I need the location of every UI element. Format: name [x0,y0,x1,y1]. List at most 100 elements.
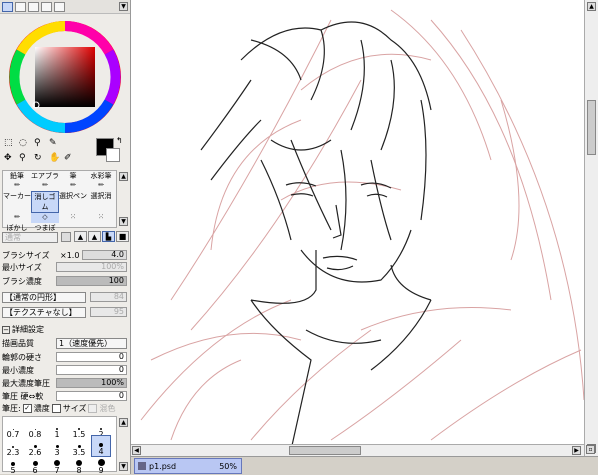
tool-icons: ⬚ ◌ ⚲ ✎ ✥ ⚲ ↻ ✋ ✐ [4,138,90,166]
sketch-canvas[interactable] [131,0,584,444]
size-cell[interactable]: 7 [47,453,67,475]
size-cell[interactable]: 5 [3,453,23,475]
collapse-icon[interactable]: − [2,325,10,334]
document-tabbar: p1.psd 50% [131,456,598,474]
max-pressure-label: 最大濃度筆圧 [2,379,50,388]
tool-eraser-icon[interactable]: ◇ [31,213,59,223]
density-checkbox[interactable]: ✓ [22,404,32,413]
vertical-scrollbar[interactable]: ▲ ▼ [584,0,598,456]
color-wheel[interactable] [6,18,124,136]
shape-hard-icon[interactable]: ▙ [102,231,115,242]
min-density-value[interactable]: 0 [56,365,127,375]
shape-square-icon[interactable]: ■ [116,231,129,242]
horizontal-scrollbar[interactable]: ◀ ▶ [131,444,584,456]
blank-2 [79,138,92,152]
vscroll-thumb[interactable] [587,100,596,155]
canvas-area[interactable]: ▲ ▼ ◀ ▶ ▫ p1.psd 50% [131,0,598,474]
scratchpad-icon[interactable] [54,1,65,12]
rotate-icon[interactable]: ↻ [34,153,47,167]
size-scroll-up-icon[interactable]: ▲ [119,418,128,427]
quality-label: 描画品質 [2,339,34,348]
brush-size-value[interactable]: 4.0 [82,250,127,260]
brush-density-slider[interactable]: 100 [56,276,127,286]
size-checkbox[interactable] [51,404,61,413]
brush-tool-grid: 鉛筆 エアブラ 筆 水彩筆 ✏ ✏ ✏ ✏ マーカー 消しゴム 選択ペン 選択消… [2,170,117,232]
tool-eraser[interactable]: 消しゴム [31,191,59,213]
tool-brush[interactable]: 筆 [59,171,87,181]
shape-soft-icon[interactable]: ▲ [74,231,87,242]
document-icon [138,462,146,470]
panel-scroll-down-icon[interactable]: ▼ [119,2,128,11]
blend-toggle[interactable] [61,232,71,242]
hscroll-thumb[interactable] [289,446,361,455]
tool-select-pen-icon[interactable]: ⁙ [59,213,87,223]
size-opt-label: サイズ [62,404,87,413]
pressure-curve-value[interactable]: 0 [56,391,127,401]
corner-icon: ▫ [586,445,595,454]
tool-marker-icon[interactable]: ✏ [3,213,31,223]
blend-opt-label: 混色 [99,404,116,413]
hscroll-left-icon[interactable]: ◀ [132,446,141,455]
brush-size-label: ブラシサイズ [2,251,50,260]
blend-checkbox[interactable] [88,404,98,413]
min-size-value[interactable]: 100% [56,262,127,272]
details-header[interactable]: − 詳細設定 [2,324,128,335]
tool-pencil[interactable]: 鉛筆 [3,171,31,181]
details-label: 詳細設定 [12,325,44,334]
document-tab[interactable]: p1.psd 50% [134,458,242,474]
palette-icon[interactable] [41,1,52,12]
secondary-color-swatch[interactable] [106,148,120,162]
select-pen-icon[interactable]: ✎ [49,138,62,152]
blend-mode-select[interactable]: 通常 [2,232,58,243]
tool-airbrush[interactable]: エアブラ [31,171,59,181]
shape-medium-icon[interactable]: ▲ [88,231,101,242]
quality-select[interactable]: 1（速度優先） [56,338,127,349]
panel-toolbar [0,0,130,14]
tool-select-pen[interactable]: 選択ペン [59,191,87,213]
swap-colors-icon[interactable]: ↰ [116,136,123,145]
tool-watercolor[interactable]: 水彩筆 [87,171,115,181]
tool-airbrush-icon[interactable]: ✏ [31,181,59,191]
brush-size-grid: 0.7 0.8 1 1.5 2 2.3 2.6 3 3.5 4 5 6 7 8 … [2,416,117,475]
slider-icon[interactable] [15,1,26,12]
tool-brush-icon[interactable]: ✏ [59,181,87,191]
move-icon[interactable]: ✥ [4,153,17,167]
brush-shape-value[interactable]: 84 [90,292,127,302]
min-density-label: 最小濃度 [2,366,34,375]
tool-scroll-down-icon[interactable]: ▼ [119,217,128,226]
tool-watercolor-icon[interactable]: ✏ [87,181,115,191]
eyedropper-icon[interactable]: ✐ [64,153,77,167]
magic-wand-icon[interactable]: ⚲ [34,138,47,152]
texture-select[interactable]: 【テクスチャなし】 [2,307,86,318]
pressure-curve-label: 筆圧 硬⇔軟 [2,392,44,401]
hscroll-right-icon[interactable]: ▶ [572,446,581,455]
tool-pencil-icon[interactable]: ✏ [3,181,31,191]
color-wheel-icon[interactable] [2,1,13,12]
pressure-opts-label: 筆圧: [2,404,21,413]
tool-scroll-up-icon[interactable]: ▲ [119,172,128,181]
document-zoom: 50% [219,461,237,471]
hand-icon[interactable]: ✋ [49,153,62,167]
edge-hardness-label: 輪郭の硬さ [2,353,42,362]
size-cell[interactable]: 9 [91,453,111,475]
lasso-icon[interactable]: ◌ [19,138,32,152]
vscroll-up-icon[interactable]: ▲ [587,2,596,11]
tool-panel: ▼ ⬚ ◌ ⚲ ✎ ✥ ⚲ ↻ ✋ ✐ ↰ 鉛筆 エアブラ 筆 水彩筆 ✏ ✏ … [0,0,131,475]
pressure-options: 筆圧: ✓ 濃度 サイズ 混色 [2,403,128,414]
blank-1 [64,138,77,152]
rect-select-icon[interactable]: ⬚ [4,138,17,152]
max-pressure-slider[interactable]: 100% [56,378,127,388]
tool-select-eraser-icon[interactable]: ⁙ [87,213,115,223]
tool-marker[interactable]: マーカー [3,191,31,213]
list-icon[interactable] [28,1,39,12]
size-cell[interactable]: 6 [25,453,45,475]
zoom-icon[interactable]: ⚲ [19,153,32,167]
size-scroll-down-icon[interactable]: ▼ [119,462,128,471]
brush-shape-select[interactable]: 【通常の円形】 [2,292,86,303]
size-cell[interactable]: 8 [69,453,89,475]
edge-hardness-value[interactable]: 0 [56,352,127,362]
texture-value[interactable]: 95 [90,307,127,317]
brush-shape-buttons: ▲ ▲ ▙ ■ [74,231,129,242]
brush-size-mult[interactable]: ×1.0 [60,251,79,260]
tool-select-eraser[interactable]: 選択消 [87,191,115,213]
